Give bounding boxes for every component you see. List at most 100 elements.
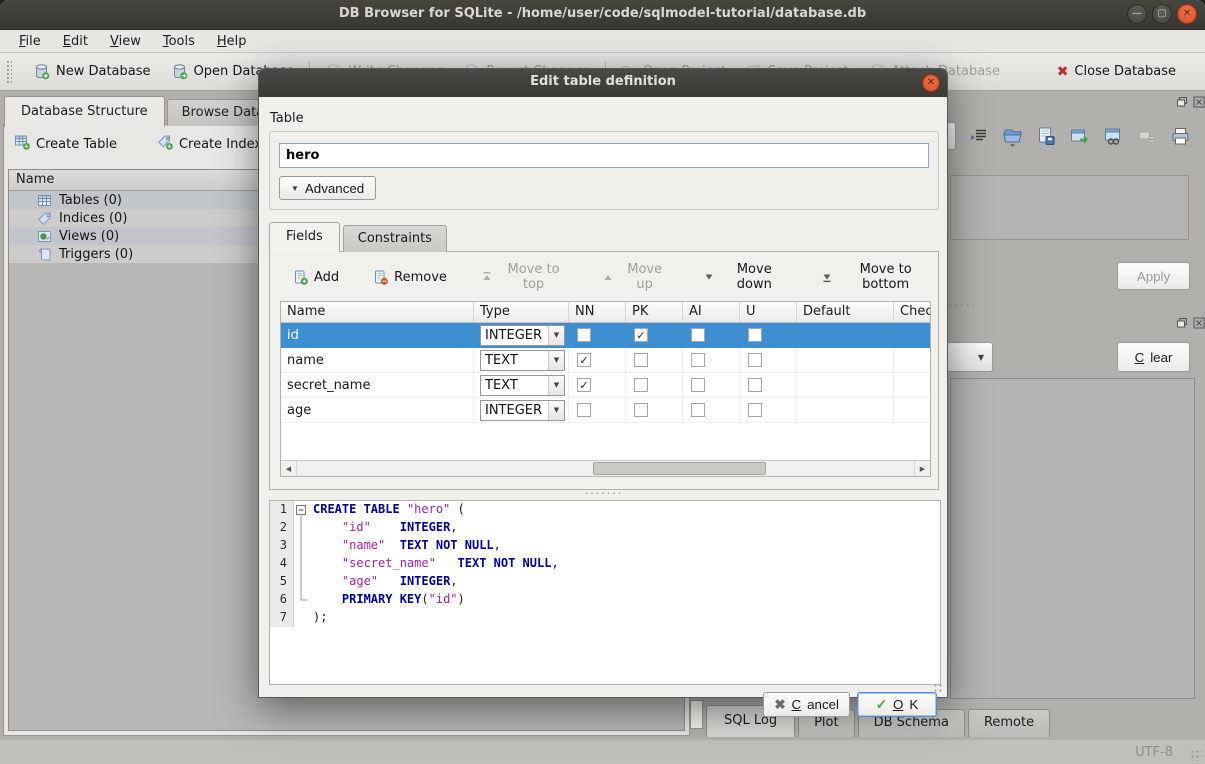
tab-remote[interactable]: Remote (968, 709, 1050, 737)
titlebar[interactable]: DB Browser for SQLite - /home/user/code/… (0, 0, 1205, 30)
menu-view[interactable]: View (99, 32, 152, 51)
type-combo[interactable]: TEXT▼ (480, 375, 565, 396)
set-null-icon[interactable] (1137, 126, 1157, 146)
toolbar-drag-handle[interactable] (6, 60, 12, 84)
type-combo[interactable]: INTEGER▼ (480, 325, 565, 346)
u-checkbox[interactable] (748, 378, 762, 392)
cancel-button[interactable]: ✖Cancel (763, 692, 850, 717)
check-cell[interactable] (894, 398, 931, 423)
dialog-close-button[interactable]: ✕ (922, 74, 940, 92)
float-dock-icon[interactable] (1176, 96, 1188, 108)
ai-checkbox[interactable] (691, 353, 705, 367)
tab-database-structure[interactable]: Database Structure (4, 96, 165, 127)
u-checkbox[interactable] (748, 328, 762, 342)
move-down-icon (703, 271, 715, 283)
tab-constraints[interactable]: Constraints (343, 225, 447, 252)
nn-checkbox-checked[interactable]: ✓ (577, 378, 591, 392)
check-cell[interactable] (894, 348, 931, 373)
apply-cell-icon[interactable] (1069, 126, 1090, 147)
import-text-icon[interactable] (1002, 126, 1023, 147)
window-title: DB Browser for SQLite - /home/user/code/… (0, 6, 1205, 21)
field-row-id[interactable]: idINTEGER▼✓ (281, 323, 930, 348)
add-button[interactable]: Add (287, 269, 345, 286)
maximize-button[interactable]: ▢ (1152, 4, 1172, 24)
new-database-button[interactable]: New Database (28, 60, 156, 83)
export-text-icon[interactable] (1036, 126, 1056, 146)
clear-button[interactable]: Clear (1117, 342, 1190, 372)
column-header-check[interactable]: Check (894, 302, 931, 322)
pk-checkbox[interactable] (634, 378, 648, 392)
tab-fields[interactable]: Fields (269, 222, 340, 252)
hscrollbar-thumb[interactable] (593, 462, 766, 475)
open-url-icon[interactable] (1103, 126, 1124, 147)
nn-checkbox[interactable] (577, 403, 591, 417)
toolbar-button-label: New Database (56, 64, 151, 79)
nn-checkbox[interactable] (577, 328, 591, 342)
column-header-ai[interactable]: AI (683, 302, 740, 322)
window-controls: —▢✕ (1127, 4, 1197, 24)
apply-button[interactable]: Apply (1117, 262, 1190, 290)
close-dock-icon[interactable] (1193, 317, 1205, 329)
table-name-input[interactable] (279, 143, 929, 168)
float-dock-icon[interactable] (1176, 317, 1188, 329)
column-header-nn[interactable]: NN (569, 302, 626, 322)
close-dock-icon[interactable] (1193, 96, 1205, 108)
scroll-right-arrow-icon[interactable]: ▶ (914, 461, 930, 476)
fields-table[interactable]: NameTypeNNPKAIUDefaultCheck idINTEGER▼✓n… (280, 301, 931, 477)
ok-icon: ✓ (876, 697, 887, 713)
close-database-button[interactable]: ✖Close Database (1052, 61, 1181, 83)
pk-checkbox-checked[interactable]: ✓ (634, 328, 648, 342)
ok-button[interactable]: ✓OK (857, 692, 937, 717)
resize-grip[interactable] (1190, 749, 1202, 761)
default-cell[interactable] (797, 348, 894, 373)
column-header-u[interactable]: U (740, 302, 797, 322)
fields-table-hscrollbar[interactable]: ◀ ▶ (281, 460, 930, 476)
type-combo[interactable]: INTEGER▼ (480, 400, 565, 421)
format-text-icon[interactable] (969, 126, 989, 146)
advanced-button[interactable]: ▼ Advanced (279, 176, 376, 200)
check-cell[interactable] (894, 323, 931, 348)
u-checkbox[interactable] (748, 403, 762, 417)
close-button[interactable]: ✕ (1177, 4, 1197, 24)
ai-checkbox[interactable] (691, 403, 705, 417)
encoding-indicator: UTF-8 (1135, 745, 1173, 760)
check-cell[interactable] (894, 373, 931, 398)
menu-tools[interactable]: Tools (152, 32, 206, 51)
ai-checkbox[interactable] (691, 328, 705, 342)
scroll-left-arrow-icon[interactable]: ◀ (281, 461, 297, 476)
dialog-titlebar[interactable]: Edit table definition ✕ (259, 69, 947, 97)
dialog-resize-grip[interactable] (933, 683, 944, 694)
create-table-button[interactable]: Create Table (14, 134, 117, 154)
column-header-type[interactable]: Type (474, 302, 569, 322)
type-combo[interactable]: TEXT▼ (480, 350, 565, 371)
default-cell[interactable] (797, 398, 894, 423)
field-row-secret_name[interactable]: secret_nameTEXT▼✓ (281, 373, 930, 398)
move-down-button[interactable]: Move down (697, 261, 793, 293)
remove-button[interactable]: Remove (367, 269, 453, 286)
dock-splitter-handle[interactable]: ······· (938, 299, 1033, 312)
move-to-bottom-button[interactable]: Move to bottom (815, 261, 938, 293)
menu-edit[interactable]: Edit (52, 32, 99, 51)
print-icon[interactable] (1170, 126, 1191, 147)
menu-file[interactable]: File (8, 32, 52, 51)
column-header-name[interactable]: Name (281, 302, 474, 322)
ai-checkbox[interactable] (691, 378, 705, 392)
create-index-button[interactable]: Create Index (157, 134, 262, 154)
type-value: TEXT (481, 378, 548, 393)
default-cell[interactable] (797, 323, 894, 348)
sql-splitter-handle[interactable]: ······· (269, 490, 939, 500)
u-checkbox[interactable] (748, 353, 762, 367)
pk-checkbox[interactable] (634, 403, 648, 417)
nn-checkbox-checked[interactable]: ✓ (577, 353, 591, 367)
minimize-button[interactable]: — (1127, 4, 1147, 24)
column-header-pk[interactable]: PK (626, 302, 683, 322)
move-to-top-button[interactable]: Move to top (475, 261, 574, 293)
fold-marker-icon[interactable] (294, 501, 309, 519)
pk-checkbox[interactable] (634, 353, 648, 367)
field-row-age[interactable]: ageINTEGER▼ (281, 398, 930, 423)
column-header-default[interactable]: Default (797, 302, 894, 322)
menu-help[interactable]: Help (206, 32, 258, 51)
field-row-name[interactable]: nameTEXT▼✓ (281, 348, 930, 373)
move-up-button[interactable]: Move up (596, 261, 675, 293)
default-cell[interactable] (797, 373, 894, 398)
